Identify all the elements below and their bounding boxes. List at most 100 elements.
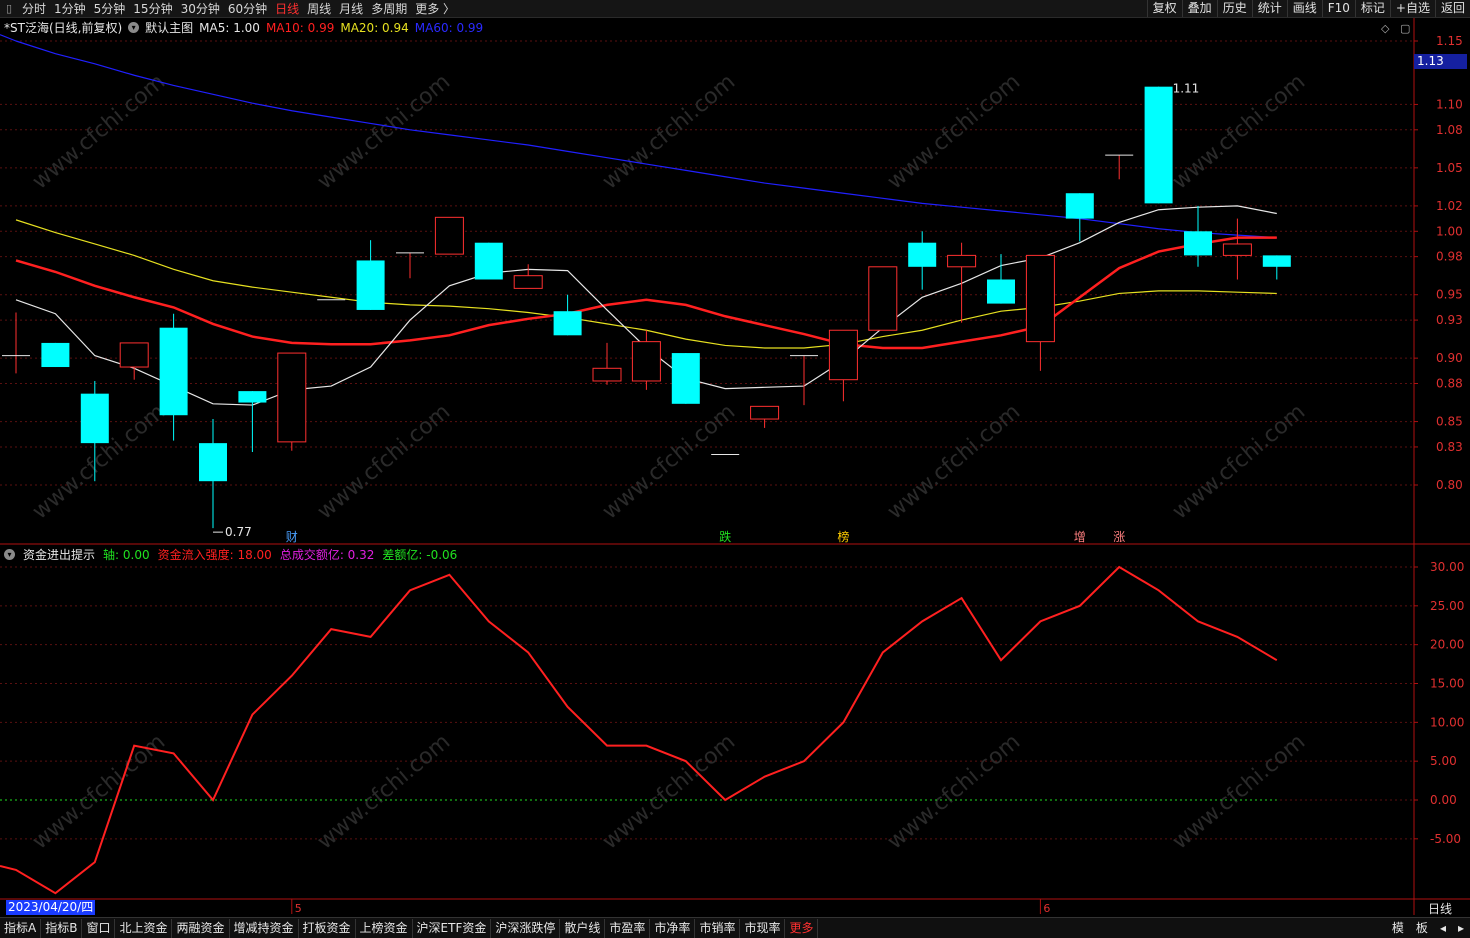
bottom-control[interactable]: ◂ [1434, 921, 1452, 935]
candle-up [868, 266, 898, 331]
indicator-tab[interactable]: 北上资金 [115, 918, 173, 938]
event-marker: 财 [286, 530, 298, 544]
watermark: www.cfchi.com [28, 69, 170, 194]
watermark: www.cfchi.com [1168, 399, 1310, 524]
low-price-label: 0.77 [225, 525, 252, 539]
watermark: www.cfchi.com [883, 729, 1025, 854]
y-tick-label: 1.08 [1436, 123, 1463, 137]
indicator-tabs-bar: 指标A 指标B 窗口 北上资金 两融资金 增减持资金 打板资金 上榜资金 沪深ETF资金 沪深涨跌… [0, 917, 1470, 938]
candle-down [1144, 86, 1173, 204]
candle-up [1025, 254, 1055, 343]
y-tick-label: 0.90 [1436, 351, 1463, 365]
watermark: www.cfchi.com [313, 729, 455, 854]
y-tick-label: 0.98 [1436, 250, 1463, 264]
y-tick-label: 20.00 [1430, 638, 1464, 652]
event-marker: 跌 [719, 529, 731, 544]
y-tick-label: 10.00 [1430, 715, 1464, 729]
candle-up [119, 342, 149, 368]
bottom-right-controls: 模板 ◂ ▸ [1386, 918, 1470, 937]
indicator-tab[interactable]: 沪深ETF资金 [413, 918, 492, 938]
candle-down [553, 311, 582, 336]
candle-down [356, 260, 385, 310]
indicator-tab[interactable]: 指标B [41, 918, 83, 938]
fund-flow-line [0, 565, 1278, 895]
current-price-label: 1.13 [1414, 54, 1467, 69]
candle-up [513, 275, 543, 289]
indicator-tab[interactable]: 两融资金 [172, 918, 230, 938]
watermark: www.cfchi.com [1168, 729, 1310, 854]
candle-down [199, 443, 227, 482]
y-tick-label: 1.15 [1436, 34, 1463, 48]
y-tick-label: 0.83 [1436, 440, 1463, 454]
watermark: www.cfchi.com [598, 399, 740, 524]
watermark: www.cfchi.com [883, 69, 1025, 194]
candle-down [987, 279, 1015, 304]
y-tick-label: -5.00 [1430, 832, 1461, 846]
indicator-tab[interactable]: 更多 [785, 918, 819, 938]
indicator-tab[interactable]: 市净率 [650, 918, 696, 938]
candle-up [434, 216, 464, 255]
candle-down [238, 391, 267, 403]
y-tick-label: 15.00 [1430, 677, 1464, 691]
y-tick-label: 1.02 [1436, 199, 1463, 213]
y-tick-label: 0.93 [1436, 313, 1463, 327]
event-marker: 增 [1074, 530, 1086, 544]
event-marker: 涨 [1113, 529, 1125, 544]
event-marker: 榜 [837, 529, 849, 544]
y-tick-label: 0.85 [1436, 415, 1463, 429]
indicator-tab[interactable]: 市盈率 [605, 918, 651, 938]
watermark: www.cfchi.com [313, 399, 455, 524]
candle-down [1262, 255, 1291, 267]
candle-down [908, 242, 937, 267]
watermark: www.cfchi.com [883, 399, 1025, 524]
y-tick-label: 5.00 [1430, 754, 1457, 768]
indicator-tab[interactable]: 指标A [0, 918, 42, 938]
indicator-tabs: 指标A 指标B 窗口 北上资金 两融资金 增减持资金 打板资金 上榜资金 沪深ETF资金 沪深涨跌… [0, 918, 819, 938]
indicator-tab[interactable]: 散户线 [560, 918, 606, 938]
candle-up [828, 329, 858, 381]
indicator-tab[interactable]: 上榜资金 [356, 918, 413, 938]
bottom-control[interactable]: 板 [1410, 919, 1434, 936]
y-tick-label: 1.10 [1436, 97, 1463, 111]
candle-up [947, 254, 977, 268]
y-tick-label: 1.00 [1436, 224, 1463, 238]
kline-chart[interactable]: 1.15 1.10 1.08 1.05 1.02 1.00 0.98 0.95 0.93 0.90… [0, 0, 1470, 937]
layout-icon: ▢ [1400, 22, 1410, 35]
candle-up [592, 367, 622, 382]
period-label: 日线 [1428, 902, 1452, 916]
y-tick-label: 0.00 [1430, 793, 1457, 807]
candle-down [671, 353, 700, 404]
indicator-tab[interactable]: 窗口 [82, 918, 116, 938]
watermark: www.cfchi.com [598, 729, 740, 854]
month-label: 6 [1043, 902, 1050, 915]
indicator-tab[interactable]: 打板资金 [299, 918, 356, 938]
y-tick-label: 0.88 [1436, 377, 1463, 391]
diamond-icon: ◇ [1381, 22, 1390, 35]
candle-down [1065, 193, 1094, 219]
watermark: www.cfchi.com [313, 69, 455, 194]
y-tick-label: 0.80 [1436, 478, 1463, 492]
candle-down [41, 342, 70, 368]
y-tick-label: 30.00 [1430, 560, 1464, 574]
y-tick-label: 25.00 [1430, 599, 1464, 613]
crosshair-date-label: 2023/04/20/四 [6, 900, 96, 915]
candle-up [631, 341, 661, 382]
indicator-tab[interactable]: 市现率 [740, 918, 786, 938]
candle-up [750, 405, 780, 420]
candle-up [1222, 243, 1252, 256]
indicator-tab[interactable]: 市销率 [695, 918, 741, 938]
month-label: 5 [295, 902, 302, 915]
ma60-line [0, 34, 17, 42]
y-tick-label: 1.05 [1436, 161, 1463, 175]
bottom-control[interactable]: ▸ [1452, 921, 1470, 935]
bottom-control[interactable]: 模 [1386, 919, 1410, 936]
candle-up [277, 352, 307, 443]
indicator-tab[interactable]: 增减持资金 [230, 918, 299, 938]
candle-down [1184, 231, 1212, 256]
indicator-tab[interactable]: 沪深涨跌停 [491, 918, 561, 938]
y-tick-label: 0.95 [1436, 288, 1463, 302]
candle-down [474, 242, 503, 280]
high-price-label: 1.11 [1173, 82, 1200, 96]
candle-down [80, 393, 109, 444]
candle-down [159, 327, 188, 416]
